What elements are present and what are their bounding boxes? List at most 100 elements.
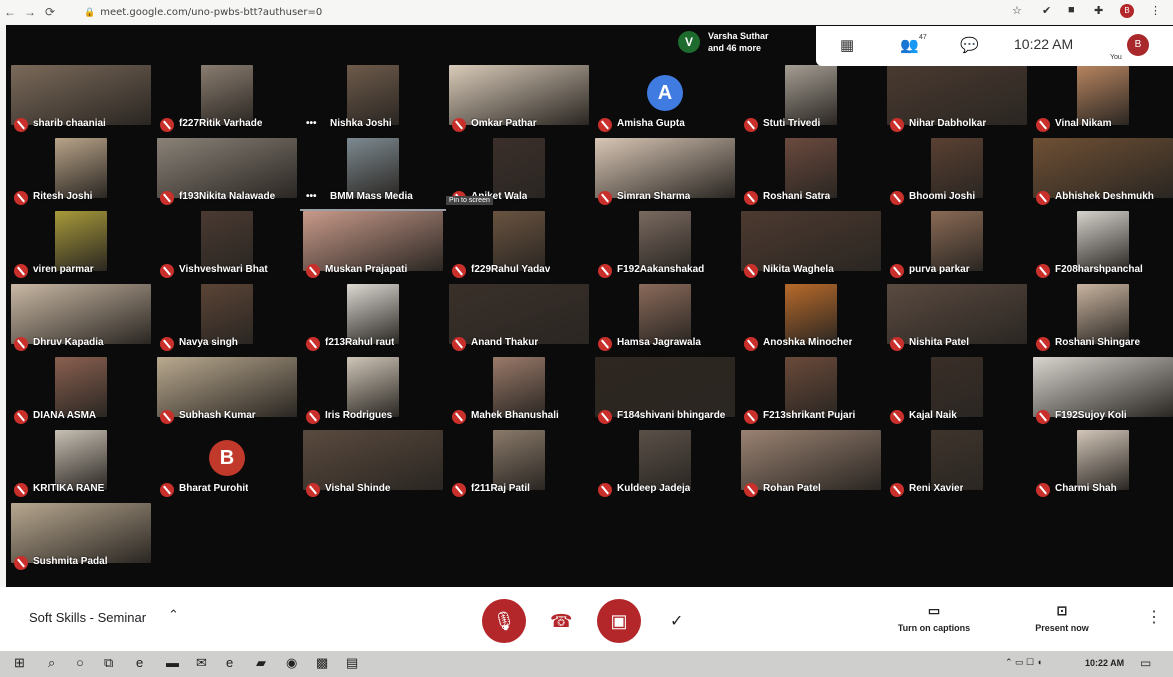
mic-toggle-button[interactable]: 🎙	[482, 599, 526, 643]
participant-tile[interactable]: Subhash Kumar	[154, 357, 300, 431]
captions-button[interactable]: ▭ Turn on captions	[888, 603, 980, 633]
participant-tile[interactable]: Roshani Satra	[738, 138, 884, 212]
file-explorer-icon[interactable]: ▬	[166, 655, 179, 670]
participant-tile[interactable]: F192Sujoy Koli	[1030, 357, 1173, 431]
back-icon[interactable]: ←	[0, 5, 20, 19]
participant-name: Ritesh Joshi	[33, 191, 93, 202]
participant-tile[interactable]: f211Raj Patil	[446, 430, 592, 504]
participant-tile[interactable]: Nihar Dabholkar	[884, 65, 1030, 139]
participant-tile[interactable]: B Bharat Purohit	[154, 430, 300, 504]
participant-tile[interactable]: ••• BMM Mass Media	[300, 138, 446, 212]
check-icon[interactable]: ✓	[670, 611, 683, 631]
participant-tile[interactable]: Abhishek Deshmukh	[1030, 138, 1173, 212]
store-icon[interactable]: ▰	[256, 655, 266, 671]
participant-tile[interactable]: Omkar Pathar	[446, 65, 592, 139]
more-options-icon[interactable]: ⋮	[1146, 607, 1162, 627]
participant-tile[interactable]: Nishita Patel	[884, 284, 1030, 358]
forward-icon[interactable]: →	[20, 5, 40, 19]
notifications-icon[interactable]: ▭	[1140, 656, 1151, 670]
leave-call-button[interactable]: ☎	[550, 611, 572, 632]
edge-icon[interactable]: e	[136, 655, 143, 670]
address-bar[interactable]: 🔒 meet.google.com/uno-pwbs-btt?authuser=0	[84, 7, 322, 18]
participant-tile[interactable]: f229Rahul Yadav	[446, 211, 592, 285]
participant-tile[interactable]: Hamsa Jagrawala	[592, 284, 738, 358]
participant-tile[interactable]: purva parkar	[884, 211, 1030, 285]
participant-tile[interactable]: KRITIKA RANE	[8, 430, 154, 504]
participant-tile[interactable]: Kajal Naik	[884, 357, 1030, 431]
participant-tile[interactable]: Aniket Wala Pin to screen	[446, 138, 592, 212]
camera-toggle-button[interactable]: ▣	[597, 599, 641, 643]
bookmark-star-icon[interactable]: ☆	[1012, 4, 1022, 17]
participant-tile[interactable]: F213shrikant Pujari	[738, 357, 884, 431]
participant-tile[interactable]: Navya singh	[154, 284, 300, 358]
tile-layout-icon[interactable]: ▦	[840, 36, 854, 54]
app-icon[interactable]: ▩	[316, 655, 328, 671]
browser-e-icon[interactable]: e	[226, 655, 233, 670]
reload-icon[interactable]: ⟳	[40, 5, 60, 19]
participant-tile[interactable]: Vishal Shinde	[300, 430, 446, 504]
present-now-button[interactable]: ⊡ Present now	[1022, 603, 1102, 633]
participant-tile[interactable]: Rohan Patel	[738, 430, 884, 504]
people-icon[interactable]: 👥	[900, 36, 919, 54]
participant-name: Anand Thakur	[471, 337, 539, 348]
extensions-puzzle-icon[interactable]: ✚	[1094, 4, 1103, 17]
mic-muted-icon	[598, 118, 612, 132]
chat-icon[interactable]: 💬	[960, 36, 979, 54]
participant-tile[interactable]: Charmi Shah	[1030, 430, 1173, 504]
participant-tile[interactable]: Dhruv Kapadia	[8, 284, 154, 358]
participant-video	[11, 284, 151, 344]
participant-video	[347, 65, 399, 125]
mic-muted-icon	[14, 191, 28, 205]
participant-tile[interactable]: A Amisha Gupta	[592, 65, 738, 139]
cortana-icon[interactable]: ○	[76, 655, 84, 670]
participant-tile[interactable]: Anoshka Minocher	[738, 284, 884, 358]
task-view-icon[interactable]: ⧉	[104, 655, 113, 671]
mail-icon[interactable]: ✉	[196, 655, 207, 671]
participant-name: f193Nikita Nalawade	[179, 191, 276, 202]
meeting-title[interactable]: Soft Skills - Seminar	[29, 610, 146, 625]
chevron-up-icon[interactable]: ⌃	[168, 607, 179, 623]
participant-tile[interactable]: sharib chaaniai	[8, 65, 154, 139]
participant-tile[interactable]: f227Ritik Varhade	[154, 65, 300, 139]
participant-tile[interactable]: Muskan Prajapati	[300, 211, 446, 285]
mic-muted-icon	[14, 410, 28, 424]
browser-menu-icon[interactable]: ⋮	[1150, 4, 1161, 17]
app2-icon[interactable]: ▤	[346, 655, 358, 671]
participant-tile[interactable]: Roshani Shingare	[1030, 284, 1173, 358]
participant-tile[interactable]: Anand Thakur	[446, 284, 592, 358]
meeting-controls: Soft Skills - Seminar ⌃ 🎙 ☎ ▣ ✓ ▭ Turn o…	[0, 587, 1173, 651]
participant-tile[interactable]: Iris Rodrigues	[300, 357, 446, 431]
mic-muted-icon	[14, 483, 28, 497]
windows-start-icon[interactable]: ⊞	[14, 655, 25, 671]
user-avatar[interactable]: B	[1127, 34, 1149, 56]
extension-check-icon[interactable]: ✔	[1042, 4, 1051, 17]
participant-tile[interactable]: viren parmar	[8, 211, 154, 285]
more-dots-icon[interactable]: •••	[306, 118, 317, 129]
participant-tile[interactable]: F184shivani bhingarde	[592, 357, 738, 431]
participant-tile[interactable]: Vinal Nikam	[1030, 65, 1173, 139]
participant-tile[interactable]: Bhoomi Joshi	[884, 138, 1030, 212]
participant-tile[interactable]: ••• Nishka Joshi	[300, 65, 446, 139]
mic-muted-icon	[306, 410, 320, 424]
participant-tile[interactable]: DIANA ASMA	[8, 357, 154, 431]
participant-tile[interactable]: Reni Xavier	[884, 430, 1030, 504]
participant-tile[interactable]: Ritesh Joshi	[8, 138, 154, 212]
profile-icon[interactable]: B	[1120, 4, 1134, 18]
participant-tile[interactable]: f193Nikita Nalawade	[154, 138, 300, 212]
participant-tile[interactable]: Stuti Trivedi	[738, 65, 884, 139]
extension-square-icon[interactable]: ■	[1068, 4, 1075, 16]
participant-tile[interactable]: Mahek Bhanushali	[446, 357, 592, 431]
chrome-icon[interactable]: ◉	[286, 655, 297, 671]
search-icon[interactable]: ⌕	[48, 655, 55, 671]
participant-name: viren parmar	[33, 264, 94, 275]
participant-tile[interactable]: F192Aakanshakad	[592, 211, 738, 285]
system-tray-icons[interactable]: ⌃ ▭ ☐ ◖	[1005, 657, 1042, 668]
participant-tile[interactable]: f213Rahul raut	[300, 284, 446, 358]
participant-tile[interactable]: Nikita Waghela	[738, 211, 884, 285]
participant-tile[interactable]: Sushmita Padal	[8, 503, 154, 577]
participant-tile[interactable]: Vishveshwari Bhat	[154, 211, 300, 285]
participant-tile[interactable]: Kuldeep Jadeja	[592, 430, 738, 504]
more-dots-icon[interactable]: •••	[306, 191, 317, 202]
participant-tile[interactable]: F208harshpanchal	[1030, 211, 1173, 285]
participant-tile[interactable]: Simran Sharma	[592, 138, 738, 212]
